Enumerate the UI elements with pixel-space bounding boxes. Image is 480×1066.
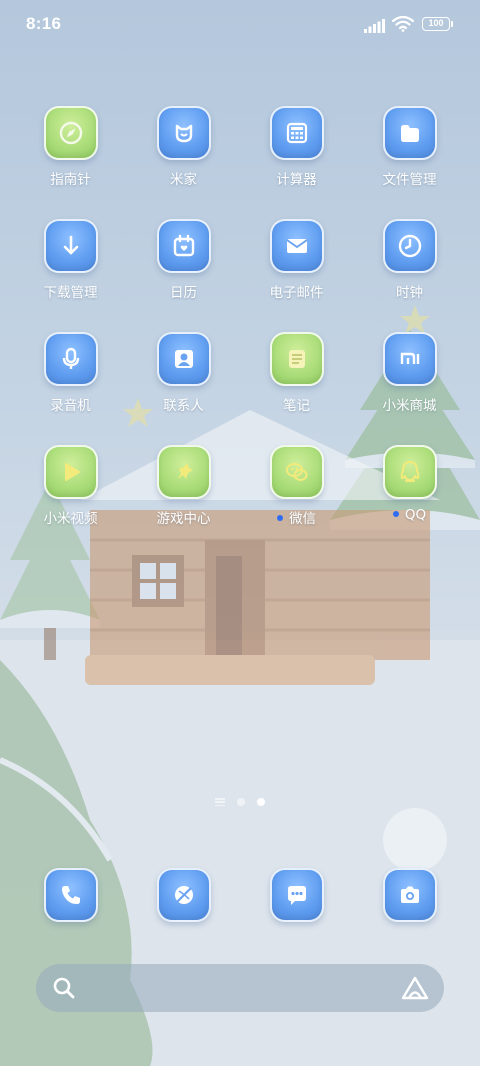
page-dot-active	[257, 798, 265, 806]
app-label-text: QQ	[404, 507, 427, 523]
compass-icon	[43, 106, 98, 160]
app-label-text: 微信	[289, 511, 316, 527]
contacts-icon	[156, 332, 211, 386]
unread-dot	[277, 515, 283, 521]
app-recorder[interactable]: 录音机	[14, 332, 127, 445]
app-mi-store[interactable]: 小米商城	[353, 332, 466, 445]
app-label: 联系人	[163, 398, 204, 414]
notes-icon	[269, 332, 324, 386]
calendar-icon	[156, 219, 211, 273]
app-row: 下载管理 日历 电子邮件 时钟	[14, 219, 466, 332]
app-qq[interactable]: QQ	[353, 445, 466, 558]
assistant-icon[interactable]	[400, 975, 430, 1001]
wifi-icon	[392, 16, 414, 32]
app-label: 文件管理	[382, 172, 437, 188]
status-time: 8:16	[26, 14, 62, 33]
app-label: 时钟	[396, 285, 423, 301]
mail-icon	[269, 219, 324, 273]
app-drawer-indicator	[215, 798, 225, 806]
app-label: QQ	[392, 507, 427, 523]
mi-store-icon	[382, 332, 437, 386]
home-app-grid: 指南针 米家 计算器 文件管理 下载管理 日历 电子邮件 时钟 录音机 联系人 …	[14, 106, 466, 558]
mi-home-icon	[156, 106, 211, 160]
app-row: 小米视频 游戏中心 微信 QQ	[14, 445, 466, 558]
dock	[14, 868, 466, 922]
unread-dot	[392, 511, 399, 517]
app-mi-home[interactable]: 米家	[127, 106, 240, 219]
app-label: 游戏中心	[156, 511, 211, 527]
microphone-icon	[43, 332, 98, 386]
app-clock[interactable]: 时钟	[353, 219, 466, 332]
messages-icon	[269, 868, 324, 922]
app-label: 米家	[170, 172, 197, 188]
app-notes[interactable]: 笔记	[240, 332, 353, 445]
browser-icon	[156, 868, 211, 922]
page-dot	[237, 798, 245, 806]
app-calculator[interactable]: 计算器	[240, 106, 353, 219]
app-row: 指南针 米家 计算器 文件管理	[14, 106, 466, 219]
app-contacts[interactable]: 联系人	[127, 332, 240, 445]
folder-icon	[382, 106, 437, 160]
calculator-icon	[269, 106, 324, 160]
game-center-icon	[156, 445, 211, 499]
status-icons: 100	[332, 16, 453, 34]
app-mi-video[interactable]: 小米视频	[14, 445, 127, 558]
page-indicator[interactable]	[0, 796, 480, 808]
app-calendar[interactable]: 日历	[127, 219, 240, 332]
app-label: 小米商城	[382, 398, 437, 414]
app-label: 笔记	[283, 398, 310, 414]
dock-camera[interactable]	[353, 868, 466, 922]
app-label: 下载管理	[43, 285, 98, 301]
battery-icon: 100	[422, 17, 453, 31]
dock-phone[interactable]	[14, 868, 127, 922]
camera-icon	[382, 868, 437, 922]
download-icon	[43, 219, 98, 273]
app-file-manager[interactable]: 文件管理	[353, 106, 466, 219]
app-row: 录音机 联系人 笔记 小米商城	[14, 332, 466, 445]
app-label: 微信	[277, 507, 316, 527]
app-game-center[interactable]: 游戏中心	[127, 445, 240, 558]
app-compass[interactable]: 指南针	[14, 106, 127, 219]
search-icon[interactable]	[52, 976, 76, 1000]
wechat-icon	[269, 445, 324, 499]
app-wechat[interactable]: 微信	[240, 445, 353, 558]
phone-icon	[43, 868, 98, 922]
signal-icon	[364, 19, 385, 33]
app-label: 计算器	[276, 172, 317, 188]
video-play-icon	[43, 445, 98, 499]
app-downloads[interactable]: 下载管理	[14, 219, 127, 332]
search-bar[interactable]	[36, 964, 444, 1012]
app-label: 录音机	[50, 398, 91, 414]
app-label: 日历	[170, 285, 197, 301]
status-bar: 8:16 100	[0, 0, 480, 50]
app-label: 电子邮件	[269, 285, 324, 301]
app-label: 小米视频	[43, 511, 98, 527]
clock-icon	[382, 219, 437, 273]
dock-messages[interactable]	[240, 868, 353, 922]
app-email[interactable]: 电子邮件	[240, 219, 353, 332]
dock-browser[interactable]	[127, 868, 240, 922]
qq-icon	[382, 445, 437, 499]
app-label: 指南针	[50, 172, 91, 188]
